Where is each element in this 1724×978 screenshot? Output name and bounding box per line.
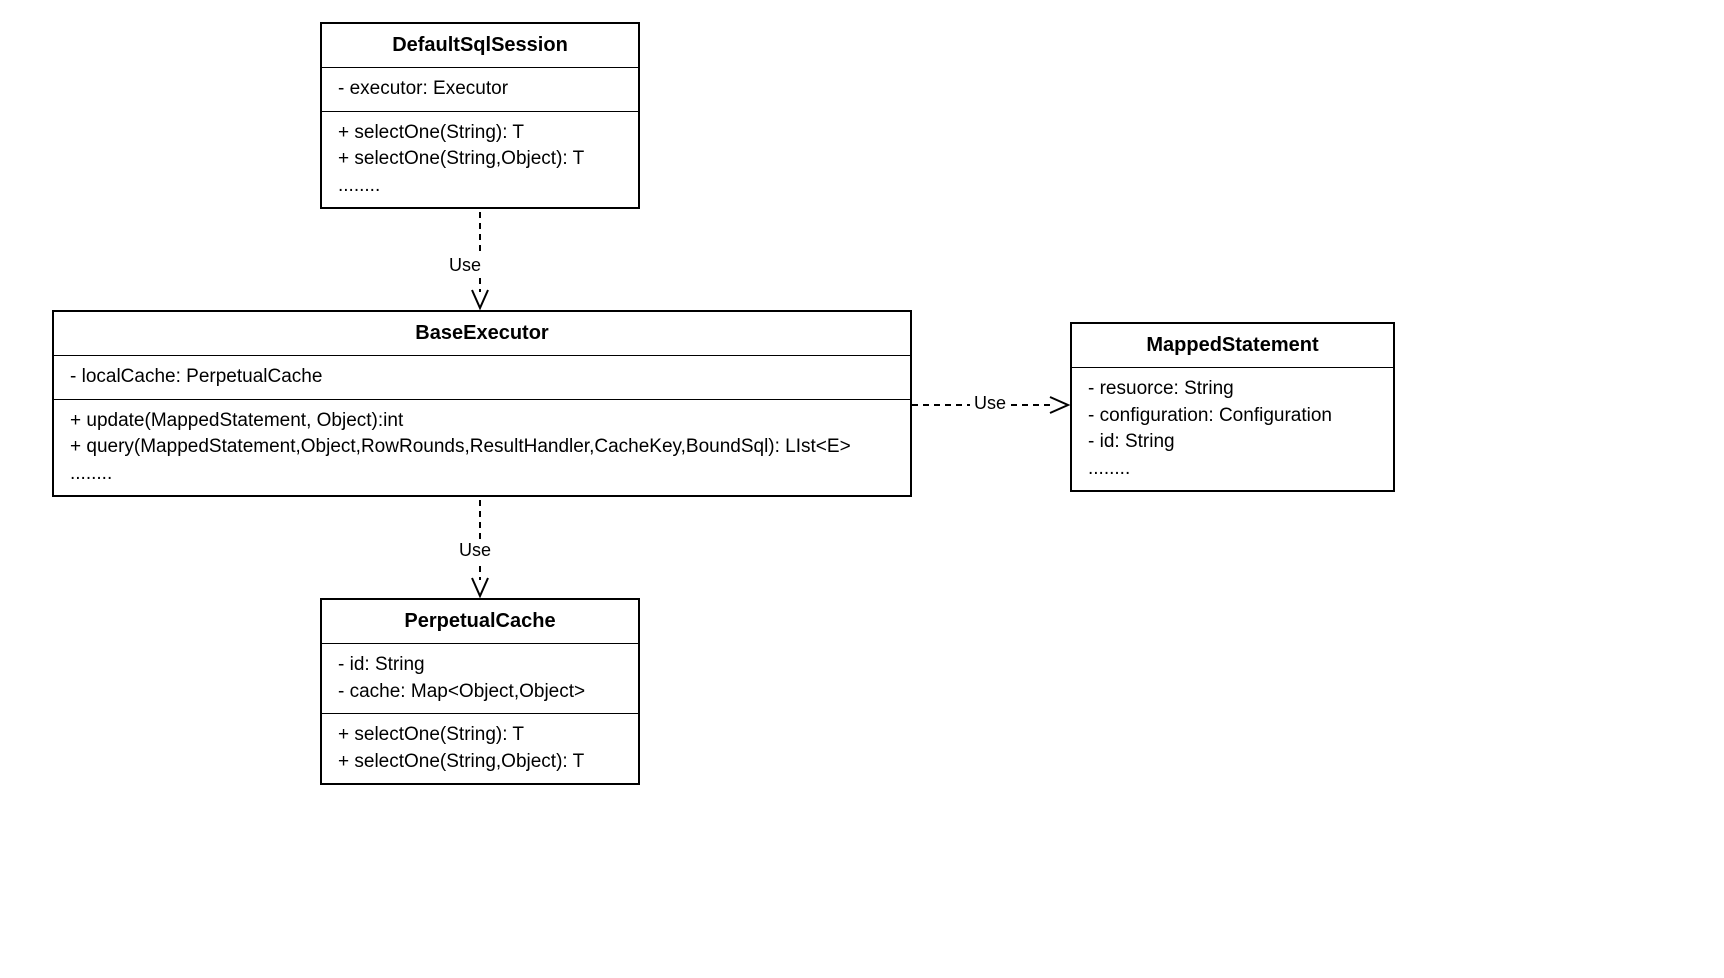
attr-line: ........ (1088, 456, 1377, 483)
method-line: + selectOne(String,Object): T (338, 146, 622, 173)
method-line: + selectOne(String): T (338, 722, 622, 749)
attr-line: - id: String (338, 652, 622, 679)
class-base-executor: BaseExecutor - localCache: PerpetualCach… (52, 310, 912, 497)
class-title: DefaultSqlSession (322, 24, 638, 68)
method-line: ........ (338, 173, 622, 200)
method-line: + selectOne(String): T (338, 120, 622, 147)
class-perpetual-cache: PerpetualCache - id: String - cache: Map… (320, 598, 640, 785)
connector-label-use-3: Use (970, 393, 1010, 414)
method-line: ........ (70, 461, 894, 488)
class-title: BaseExecutor (54, 312, 910, 356)
connector-label-use-2: Use (455, 540, 495, 561)
method-line: + selectOne(String,Object): T (338, 749, 622, 776)
class-attributes: - executor: Executor (322, 68, 638, 111)
connector-label-use-1: Use (445, 255, 485, 276)
class-methods: + selectOne(String): T + selectOne(Strin… (322, 111, 638, 208)
class-attributes: - resuorce: String - configuration: Conf… (1072, 368, 1393, 490)
attr-line: - id: String (1088, 429, 1377, 456)
attr-line: - resuorce: String (1088, 376, 1377, 403)
attr-line: - localCache: PerpetualCache (70, 364, 894, 391)
attr-line: - cache: Map<Object,Object> (338, 679, 622, 706)
method-line: + query(MappedStatement,Object,RowRounds… (70, 434, 894, 461)
method-line: + update(MappedStatement, Object):int (70, 408, 894, 435)
attr-line: - configuration: Configuration (1088, 403, 1377, 430)
class-title: PerpetualCache (322, 600, 638, 644)
attr-line: - executor: Executor (338, 76, 622, 103)
class-attributes: - id: String - cache: Map<Object,Object> (322, 644, 638, 713)
class-methods: + selectOne(String): T + selectOne(Strin… (322, 713, 638, 783)
class-default-sql-session: DefaultSqlSession - executor: Executor +… (320, 22, 640, 209)
class-methods: + update(MappedStatement, Object):int + … (54, 399, 910, 496)
class-attributes: - localCache: PerpetualCache (54, 356, 910, 399)
class-title: MappedStatement (1072, 324, 1393, 368)
class-mapped-statement: MappedStatement - resuorce: String - con… (1070, 322, 1395, 492)
